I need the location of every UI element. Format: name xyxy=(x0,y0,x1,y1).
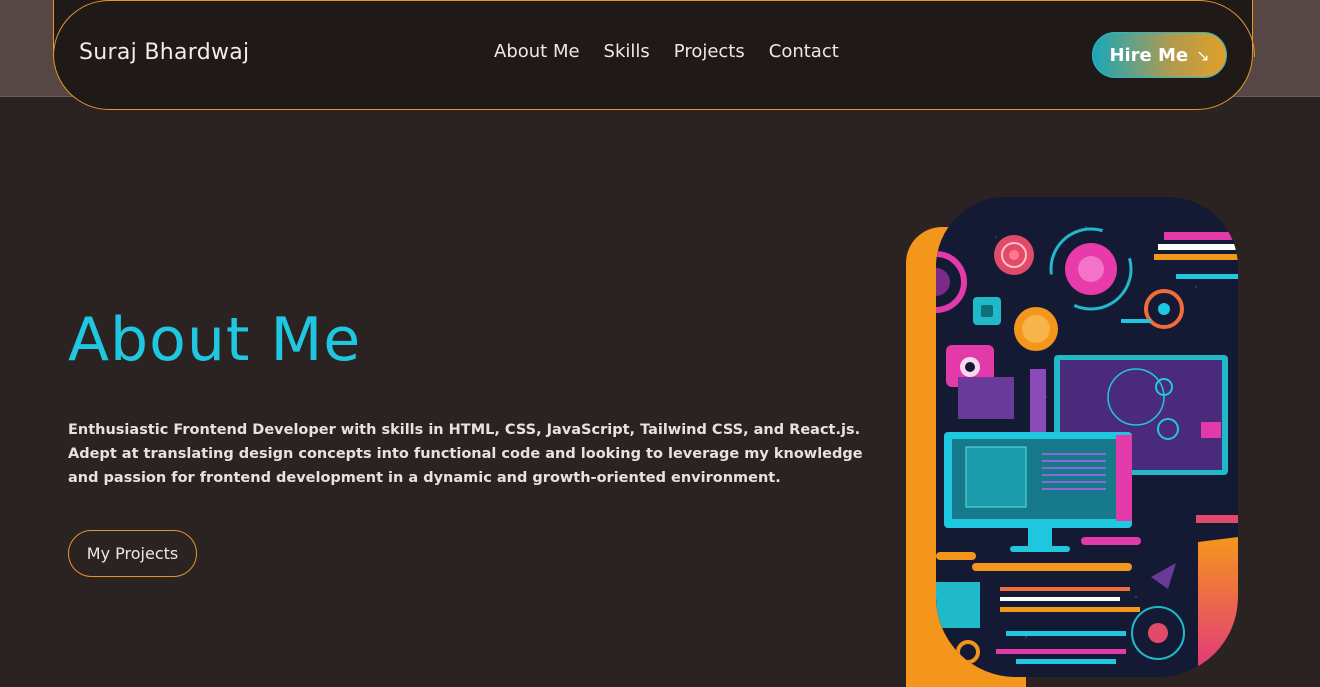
nav-link-about[interactable]: About Me xyxy=(494,41,580,62)
brand-name[interactable]: Suraj Bhardwaj xyxy=(79,40,249,65)
nav-link-contact[interactable]: Contact xyxy=(769,41,839,62)
hire-me-button[interactable]: Hire Me ↘ xyxy=(1092,32,1227,78)
navbar: Suraj Bhardwaj About Me Skills Projects … xyxy=(53,0,1255,110)
nav-links: About Me Skills Projects Contact xyxy=(494,41,839,62)
about-description: Enthusiastic Frontend Developer with ski… xyxy=(68,422,863,486)
illustration-panel xyxy=(936,197,1238,677)
page-title: About Me xyxy=(68,305,362,375)
arrow-down-right-icon: ↘ xyxy=(1196,45,1210,65)
my-projects-button[interactable]: My Projects xyxy=(68,530,197,577)
hire-me-label: Hire Me xyxy=(1109,44,1189,66)
nav-link-projects[interactable]: Projects xyxy=(674,41,745,62)
hero-illustration xyxy=(906,197,1238,687)
tech-collage-illustration xyxy=(936,197,1238,677)
nav-link-skills[interactable]: Skills xyxy=(604,41,650,62)
